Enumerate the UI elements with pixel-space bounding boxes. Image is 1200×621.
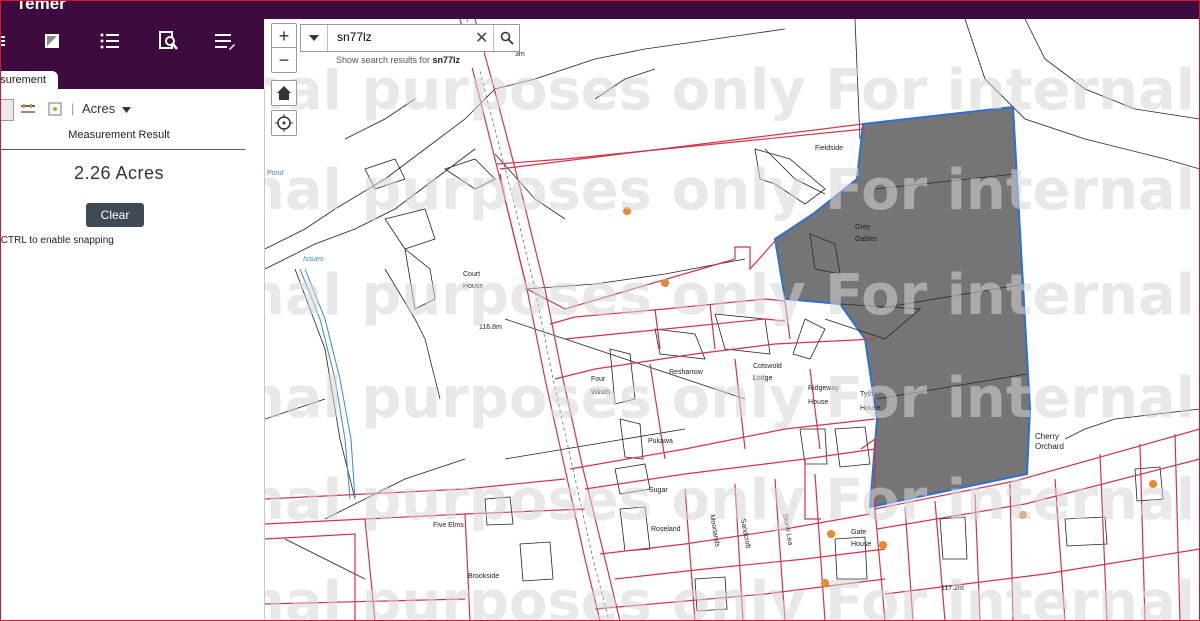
search-widget: ✕ (300, 24, 520, 52)
map-marker-icon (879, 541, 888, 555)
map-label: Fieldside (815, 145, 843, 152)
watermark-text: nal purposes only For internal purposes … (265, 263, 1200, 328)
measurement-panel: | Acres Measurement Result 2.26 Acres Cl… (0, 89, 265, 621)
app-header: Temer (0, 0, 1200, 19)
map-label: Cherry (1035, 432, 1059, 441)
panel-tab-strip: easurement (0, 71, 264, 89)
zoom-in-button[interactable]: + (271, 23, 297, 49)
map-canvas[interactable]: Fieldside Grey Gables Court House 116.8m… (265, 19, 1200, 621)
locate-button[interactable] (271, 110, 297, 136)
search-map-icon[interactable] (154, 27, 182, 55)
caret-down-icon (121, 107, 131, 113)
location-tool-icon[interactable] (48, 102, 62, 121)
watermark-text: nal purposes only For internal purposes … (265, 158, 1200, 223)
map-label: Pukawa (648, 438, 673, 445)
layers-icon[interactable] (38, 27, 66, 55)
map-label: House (851, 541, 871, 548)
search-source-dropdown[interactable] (301, 25, 328, 51)
map-view[interactable]: Fieldside Grey Gables Court House 116.8m… (265, 19, 1200, 621)
search-suggestion[interactable]: Show search results for sn77lz (328, 52, 484, 68)
divider (0, 149, 245, 150)
search-icon (500, 31, 514, 45)
home-button[interactable] (271, 80, 297, 106)
legend-list-icon[interactable] (96, 27, 124, 55)
tab-measurement[interactable]: easurement (0, 71, 58, 89)
search-hint-term: sn77lz (432, 55, 461, 65)
clear-search-icon[interactable]: ✕ (475, 28, 488, 48)
unit-dropdown[interactable]: Acres (82, 101, 131, 116)
unit-label: Acres (82, 101, 116, 116)
water-label: Issues (303, 256, 324, 263)
clear-button[interactable]: Clear (86, 203, 144, 227)
watermark-text: nal purposes only For internal purposes … (265, 570, 1200, 621)
snap-hint-key: CTRL (0, 235, 27, 246)
snap-hint-suffix: to enable snapping (26, 235, 114, 246)
separator: | (71, 101, 75, 116)
map-label: Grey (855, 224, 871, 231)
crosshair-icon (275, 114, 293, 132)
zoom-out-button[interactable]: − (271, 47, 297, 73)
home-icon (277, 86, 291, 100)
app-title: Temer (16, 0, 66, 13)
measurement-result-label: Measurement Result (68, 129, 170, 141)
area-tool-icon[interactable] (0, 99, 14, 121)
map-label: Gables (855, 236, 878, 243)
distance-tool-icon[interactable] (20, 102, 36, 121)
drag-handle-icon[interactable] (0, 27, 18, 55)
measurement-tool-row: | Acres (0, 99, 264, 121)
caret-down-icon (309, 35, 319, 41)
menu-edit-icon[interactable] (210, 27, 238, 55)
map-label: Orchard (1035, 442, 1064, 451)
snapping-hint: ss CTRL to enable snapping (0, 235, 114, 246)
watermark-text: nal purposes only For internal purposes … (265, 366, 1200, 431)
watermark-text: nal purposes only For internal purposes … (265, 468, 1200, 533)
search-hint-prefix: Show search results for (336, 55, 433, 65)
measurement-result-value: 2.26 Acres (73, 163, 165, 183)
map-label: 3m (515, 51, 525, 58)
search-input[interactable] (335, 29, 479, 45)
toolbar (0, 19, 264, 71)
search-button[interactable] (493, 25, 520, 51)
